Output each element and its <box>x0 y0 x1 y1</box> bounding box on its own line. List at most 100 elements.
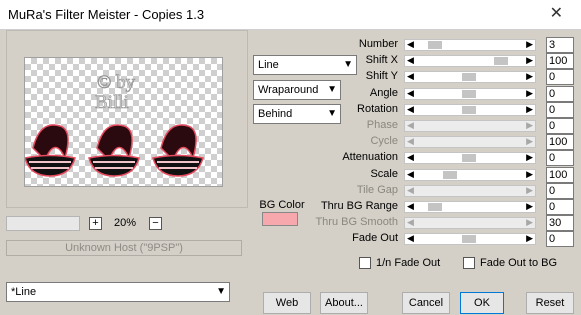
param-row: Cycle ◀ ▶ 100 <box>300 134 581 151</box>
slider-thumb[interactable] <box>462 154 477 163</box>
preset-dropdown-value: *Line <box>11 286 37 298</box>
chevron-left-icon[interactable]: ◀ <box>407 152 414 163</box>
param-value-input[interactable]: 0 <box>546 231 574 248</box>
param-value-input[interactable]: 0 <box>546 85 574 102</box>
cancel-button[interactable]: Cancel <box>402 292 450 314</box>
chevron-right-icon[interactable]: ▶ <box>526 217 533 228</box>
chevron-left-icon[interactable]: ◀ <box>407 39 414 50</box>
zoom-out-button[interactable]: − <box>149 217 162 230</box>
bg-color-label: BG Color <box>259 199 305 211</box>
param-value-input[interactable]: 0 <box>546 150 574 167</box>
param-row: Attenuation ◀ ▶ 0 <box>300 150 581 167</box>
chevron-right-icon[interactable]: ▶ <box>526 233 533 244</box>
param-row: Shift Y ◀ ▶ 0 <box>300 69 581 86</box>
chevron-right-icon[interactable]: ▶ <box>526 136 533 147</box>
param-label: Scale <box>370 167 398 180</box>
chevron-right-icon[interactable]: ▶ <box>526 120 533 131</box>
title-bar: MuRa's Filter Meister - Copies 1.3 ✕ <box>0 0 581 30</box>
checkbox-box[interactable] <box>359 257 371 269</box>
param-value-input[interactable]: 0 <box>546 118 574 134</box>
param-value-input[interactable]: 3 <box>546 37 574 53</box>
param-value-input[interactable]: 100 <box>546 166 574 183</box>
param-slider[interactable]: ◀ ▶ <box>404 71 536 84</box>
param-label: Fade Out <box>352 232 398 245</box>
chevron-left-icon[interactable]: ◀ <box>407 169 414 180</box>
chevron-right-icon[interactable]: ▶ <box>526 55 533 66</box>
preset-dropdown[interactable]: *Line ▼ <box>6 282 230 302</box>
param-value-input[interactable]: 100 <box>546 53 574 70</box>
slider-thumb[interactable] <box>428 203 443 211</box>
about-button[interactable]: About... <box>320 292 368 314</box>
slider-thumb[interactable] <box>494 57 509 66</box>
zoom-scrollbar[interactable] <box>6 216 80 231</box>
chevron-left-icon[interactable]: ◀ <box>407 201 414 212</box>
zoom-in-button[interactable]: + <box>89 217 102 230</box>
chevron-right-icon[interactable]: ▶ <box>526 185 533 196</box>
chevron-left-icon[interactable]: ◀ <box>407 185 414 196</box>
param-value-input[interactable]: 100 <box>546 134 574 151</box>
param-value-input[interactable]: 0 <box>546 101 574 118</box>
chevron-right-icon[interactable]: ▶ <box>526 71 533 82</box>
chevron-right-icon[interactable]: ▶ <box>526 152 533 163</box>
mode-dropdown-value: Behind <box>258 108 293 120</box>
chevron-right-icon[interactable]: ▶ <box>526 88 533 99</box>
chevron-left-icon[interactable]: ◀ <box>407 71 414 82</box>
param-row: Tile Gap ◀ ▶ 0 <box>300 182 581 199</box>
close-icon[interactable]: ✕ <box>550 3 563 23</box>
param-slider[interactable]: ◀ ▶ <box>404 136 536 149</box>
slider-thumb[interactable] <box>462 73 477 82</box>
web-button[interactable]: Web <box>263 292 311 314</box>
chevron-left-icon[interactable]: ◀ <box>407 55 414 66</box>
param-slider[interactable]: ◀ ▶ <box>404 39 536 51</box>
param-slider[interactable]: ◀ ▶ <box>404 233 536 246</box>
checkbox-box[interactable] <box>463 257 475 269</box>
slider-thumb[interactable] <box>462 105 477 114</box>
param-slider[interactable]: ◀ ▶ <box>404 168 536 181</box>
param-slider[interactable]: ◀ ▶ <box>404 217 536 230</box>
zoom-value: 20% <box>113 217 137 229</box>
chevron-left-icon[interactable]: ◀ <box>407 120 414 131</box>
bg-color-swatch[interactable] <box>262 212 298 226</box>
chevron-down-icon: ▼ <box>216 286 226 297</box>
param-value-input[interactable]: 0 <box>546 199 574 215</box>
param-value-input[interactable]: 0 <box>546 182 574 199</box>
chevron-left-icon[interactable]: ◀ <box>407 136 414 147</box>
watermark-text-2: Billi <box>95 92 129 113</box>
param-slider[interactable]: ◀ ▶ <box>404 152 536 165</box>
param-label: Shift Y <box>365 70 398 83</box>
ok-button[interactable]: OK <box>460 292 504 314</box>
param-slider[interactable]: ◀ ▶ <box>404 184 536 197</box>
param-slider[interactable]: ◀ ▶ <box>404 103 536 116</box>
slider-thumb[interactable] <box>428 41 443 49</box>
chevron-right-icon[interactable]: ▶ <box>526 39 533 50</box>
param-row: Number ◀ ▶ 3 <box>300 37 581 53</box>
copy-1 <box>25 124 76 177</box>
copy-2 <box>88 124 140 177</box>
param-slider[interactable]: ◀ ▶ <box>404 55 536 68</box>
chevron-left-icon[interactable]: ◀ <box>407 104 414 115</box>
param-row: Shift X ◀ ▶ 100 <box>300 53 581 70</box>
chevron-right-icon[interactable]: ▶ <box>526 201 533 212</box>
param-value-input[interactable]: 30 <box>546 215 574 232</box>
param-row: Rotation ◀ ▶ 0 <box>300 101 581 118</box>
param-slider[interactable]: ◀ ▶ <box>404 87 536 100</box>
reset-button[interactable]: Reset <box>526 292 574 314</box>
chevron-left-icon[interactable]: ◀ <box>407 88 414 99</box>
param-label: Thru BG Range <box>320 200 398 212</box>
param-slider[interactable]: ◀ ▶ <box>404 201 536 213</box>
param-label: Cycle <box>370 135 398 148</box>
chevron-left-icon[interactable]: ◀ <box>407 217 414 228</box>
param-row: Thru BG Range ◀ ▶ 0 <box>300 199 581 215</box>
chevron-right-icon[interactable]: ▶ <box>526 104 533 115</box>
param-slider[interactable]: ◀ ▶ <box>404 120 536 132</box>
chevron-right-icon[interactable]: ▶ <box>526 169 533 180</box>
param-label: Angle <box>369 86 398 99</box>
preview-image[interactable]: © by Billi <box>24 57 223 187</box>
chevron-left-icon[interactable]: ◀ <box>407 233 414 244</box>
param-row: Thru BG Smooth ◀ ▶ 30 <box>300 215 581 232</box>
slider-thumb[interactable] <box>462 89 477 98</box>
param-value-input[interactable]: 0 <box>546 69 574 86</box>
param-label: Number <box>358 38 398 50</box>
slider-thumb[interactable] <box>443 170 458 179</box>
slider-thumb[interactable] <box>462 235 477 244</box>
